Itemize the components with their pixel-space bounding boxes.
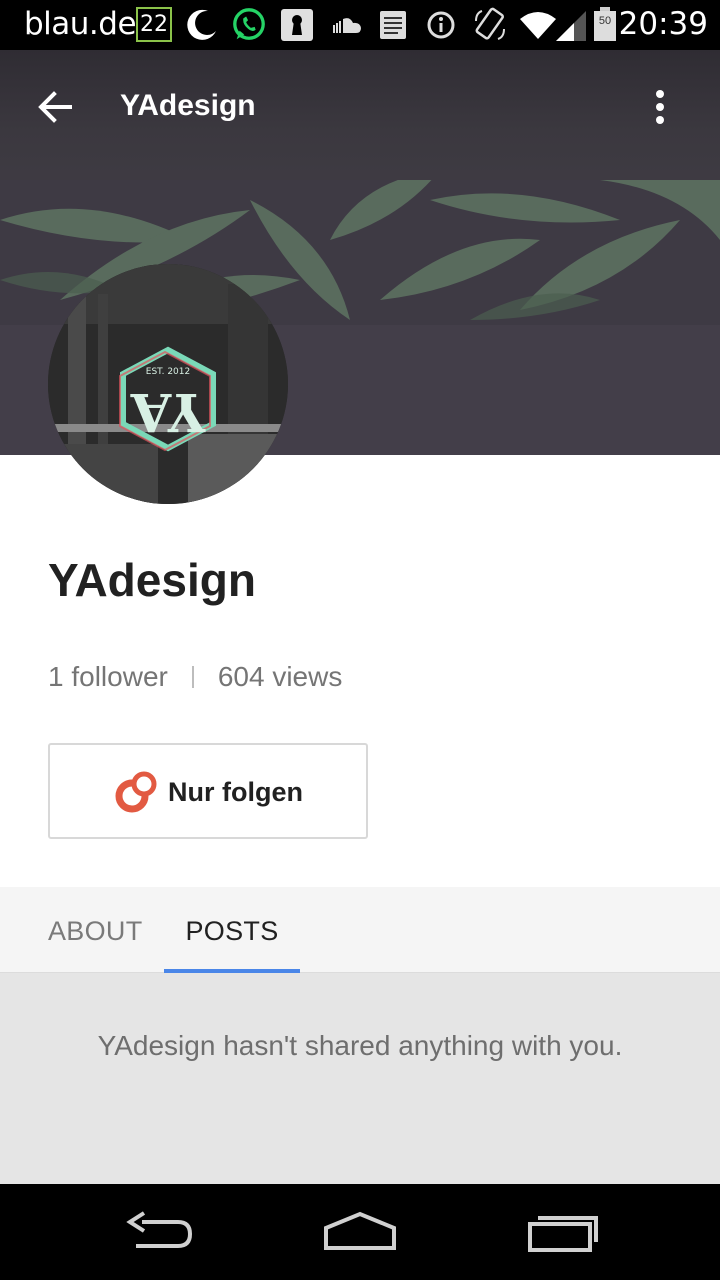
battery-level: 50 xyxy=(598,15,612,27)
profile-stats: 1 follower 604 views xyxy=(48,661,342,693)
posts-content: YAdesign hasn't shared anything with you… xyxy=(0,974,720,1184)
avatar-logo-text: YA xyxy=(130,381,206,442)
navigation-bar xyxy=(0,1184,720,1280)
google-plus-follow-icon xyxy=(115,771,157,813)
app-bar-title: YAdesign xyxy=(120,89,256,122)
avatar-est-text: EST. 2012 xyxy=(146,367,190,377)
avatar-image: EST. 2012 YA xyxy=(48,264,288,504)
clock: 20:39 xyxy=(618,6,708,42)
moon-icon xyxy=(187,9,216,40)
avatar: EST. 2012 YA xyxy=(48,264,288,504)
notification-count-badge: 22 xyxy=(136,7,172,42)
tab-about[interactable]: ABOUT xyxy=(48,887,143,973)
profile-section: YAdesign 1 follower 604 views Nur folgen xyxy=(0,455,720,887)
back-arrow-icon[interactable] xyxy=(30,84,80,130)
rotate-icon xyxy=(475,7,505,40)
signal-icon xyxy=(556,11,586,41)
tab-selected-indicator xyxy=(164,969,300,973)
carrier-label: blau.de xyxy=(24,6,137,42)
tab-bar: ABOUT POSTS xyxy=(0,887,720,973)
views-count: 604 views xyxy=(217,661,343,692)
back-nav-icon[interactable] xyxy=(122,1208,198,1258)
recents-nav-icon[interactable] xyxy=(526,1208,602,1258)
info-icon xyxy=(427,11,455,39)
more-options-icon[interactable] xyxy=(640,84,680,130)
battery-icon: 50 xyxy=(594,7,616,43)
stats-divider xyxy=(191,666,194,688)
home-nav-icon[interactable] xyxy=(322,1208,398,1258)
status-bar: blau.de 22 50 20:39 xyxy=(0,0,720,50)
app-bar: YAdesign xyxy=(0,50,720,162)
profile-name: YAdesign xyxy=(48,554,256,606)
notes-icon xyxy=(380,11,406,39)
whatsapp-icon xyxy=(233,8,265,40)
followers-count[interactable]: 1 follower xyxy=(48,661,168,693)
soundcloud-icon xyxy=(333,18,361,33)
tab-posts[interactable]: POSTS xyxy=(164,887,300,973)
keyhole-icon xyxy=(281,9,313,41)
empty-state-message: YAdesign hasn't shared anything with you… xyxy=(97,1030,623,1061)
follow-button[interactable]: Nur folgen xyxy=(48,743,368,839)
wifi-icon xyxy=(520,12,556,39)
follow-button-label: Nur folgen xyxy=(168,777,303,807)
